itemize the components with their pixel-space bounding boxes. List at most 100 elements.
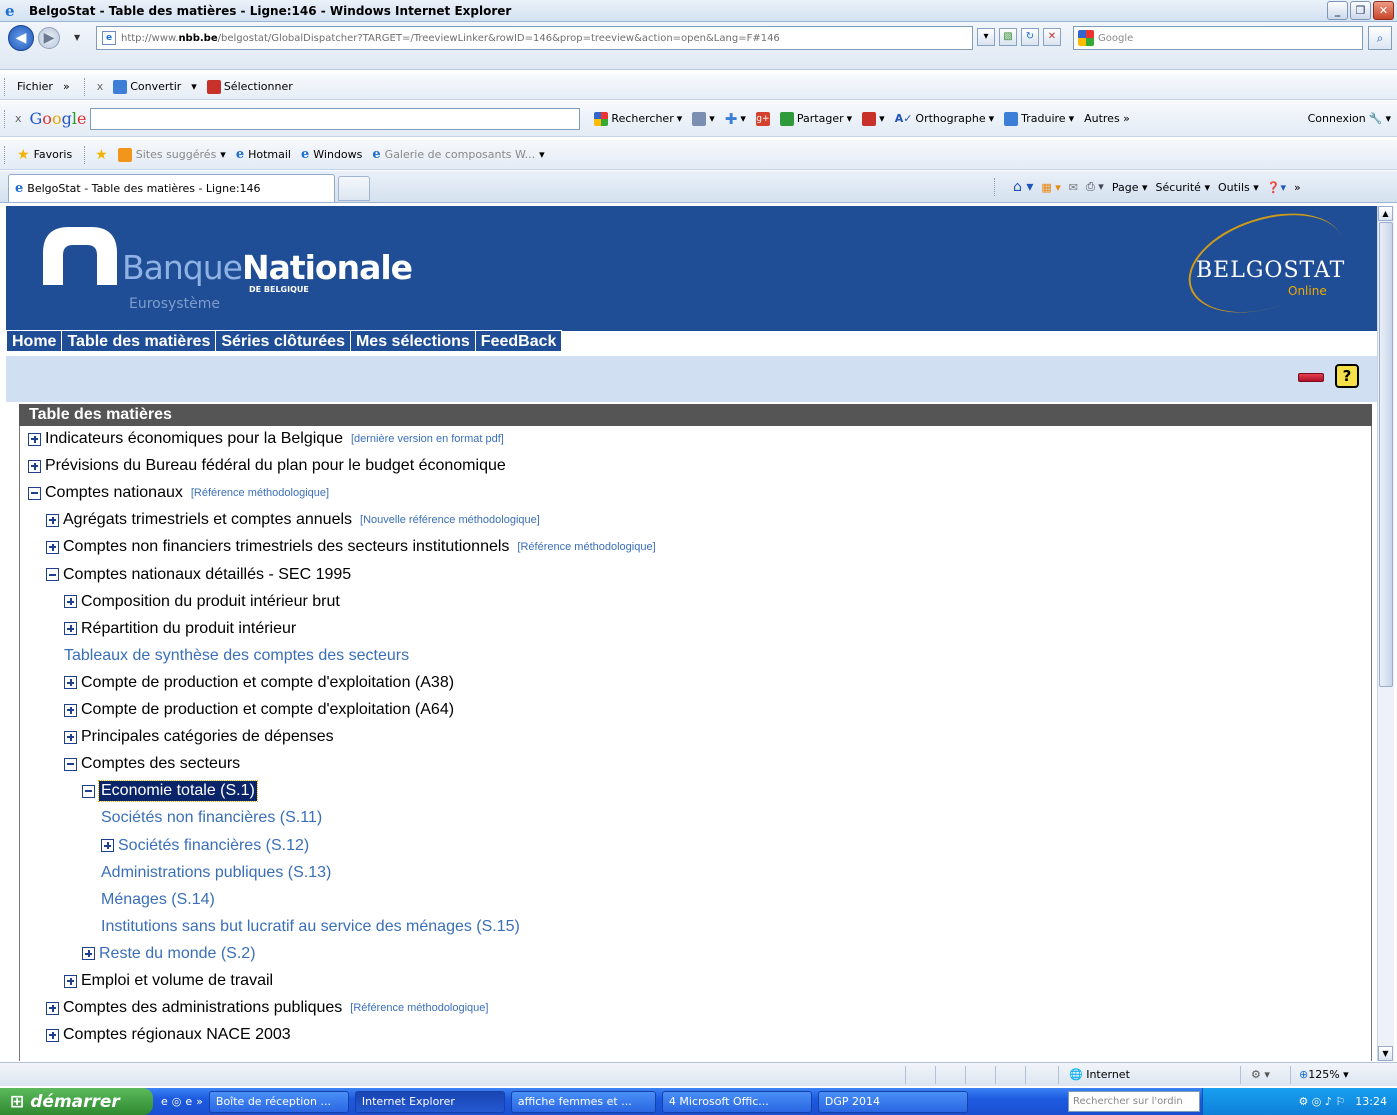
expand-icon[interactable] <box>46 1001 59 1015</box>
tools-button[interactable]: ▾ <box>862 111 885 126</box>
tree-node-label[interactable]: Comptes nationaux <box>45 483 183 503</box>
hotmail-link[interactable]: e Hotmail <box>236 147 291 162</box>
tree-node[interactable]: Prévisions du Bureau fédéral du plan pou… <box>28 456 506 476</box>
tree-node-label[interactable]: Compte de production et compte d'exploit… <box>81 700 454 720</box>
tree-node-label[interactable]: Tableaux de synthèse des comptes des sec… <box>64 646 409 666</box>
convert-dropdown-icon[interactable]: ▾ <box>191 80 197 93</box>
print-icon[interactable]: ⎙ ▾ <box>1086 180 1104 194</box>
tab-belgostat[interactable]: e BelgoStat - Table des matières - Ligne… <box>8 174 335 202</box>
tree-node[interactable]: Répartition du produit intérieur <box>64 619 296 639</box>
help-menu-icon[interactable]: ❓▾ <box>1267 181 1286 194</box>
minimize-button[interactable]: _ <box>1327 1 1348 20</box>
tree-node-label[interactable]: Sociétés financières (S.12) <box>118 836 309 856</box>
windows-link[interactable]: e Windows <box>301 147 362 162</box>
methodology-link[interactable]: [Référence méthodologique] <box>191 483 329 503</box>
tree-node-label[interactable]: Administrations publiques (S.13) <box>101 863 331 883</box>
security-menu[interactable]: Sécurité ▾ <box>1156 181 1210 194</box>
tree-node[interactable]: Indicateurs économiques pour la Belgique… <box>28 429 504 449</box>
tree-node[interactable]: Compte de production et compte d'exploit… <box>64 700 454 720</box>
start-button[interactable]: ⊞ démarrer <box>0 1088 153 1115</box>
ie-launch-icon[interactable]: e <box>185 1095 192 1108</box>
tree-node-label[interactable]: Répartition du produit intérieur <box>81 619 296 639</box>
expand-icon[interactable] <box>64 595 77 609</box>
search-icon[interactable]: ⌕ <box>1368 26 1392 50</box>
collapse-icon[interactable] <box>46 568 59 581</box>
expand-icon[interactable] <box>64 974 77 988</box>
tree-node[interactable]: Reste du monde (S.2) <box>82 944 256 964</box>
collapse-icon[interactable] <box>64 757 77 771</box>
compat-view-icon[interactable]: ▧ <box>999 28 1017 46</box>
search-field[interactable]: Google <box>1073 26 1363 50</box>
new-tab-button[interactable] <box>338 176 370 201</box>
methodology-link[interactable]: [Référence méthodologique] <box>517 537 655 557</box>
tree-node-label[interactable]: Comptes des secteurs <box>81 754 240 774</box>
ie-launch-icon[interactable]: e <box>161 1095 168 1108</box>
collapse-icon[interactable] <box>82 784 95 798</box>
tree-node[interactable]: Comptes des secteurs <box>64 754 240 774</box>
expand-icon[interactable] <box>46 1028 59 1042</box>
nav-home[interactable]: Home <box>6 330 63 352</box>
tree-node[interactable]: Agrégats trimestriels et comptes annuels… <box>46 510 540 530</box>
stop-icon[interactable]: ✕ <box>1043 28 1061 46</box>
tree-node-label[interactable]: Reste du monde (S.2) <box>99 944 256 964</box>
tree-node-label[interactable]: Compte de production et compte d'exploit… <box>81 673 454 693</box>
tree-node-label[interactable]: Prévisions du Bureau fédéral du plan pou… <box>45 456 506 476</box>
collapse-icon[interactable] <box>28 486 41 500</box>
login-button[interactable]: Connexion 🔧 ▾ <box>1308 112 1391 125</box>
expand-icon[interactable] <box>46 540 59 554</box>
scroll-down-icon[interactable]: ▼ <box>1378 1046 1393 1061</box>
tree-node-label[interactable]: Composition du produit intérieur brut <box>81 592 340 612</box>
close-button[interactable]: ✕ <box>1373 1 1394 20</box>
back-button[interactable]: ◀ <box>8 25 34 51</box>
tree-node[interactable]: Comptes régionaux NACE 2003 <box>46 1025 291 1045</box>
translate-button[interactable]: Traduire ▾ <box>1004 111 1074 126</box>
methodology-link[interactable]: [Nouvelle référence méthodologique] <box>360 510 540 530</box>
nav-feedback[interactable]: FeedBack <box>475 330 563 352</box>
tree-node-label[interactable]: Comptes des administrations publiques <box>63 998 342 1018</box>
favorites-button[interactable]: ★ Favoris <box>17 147 72 163</box>
tree-node[interactable]: Comptes nationaux détaillés - SEC 1995 <box>46 565 351 585</box>
nav-my-selections[interactable]: Mes sélections <box>350 330 476 352</box>
protected-mode-icon[interactable]: ⚙ ▾ <box>1240 1066 1290 1084</box>
scroll-thumb[interactable] <box>1379 222 1393 687</box>
expand-icon[interactable] <box>64 730 77 744</box>
select-button[interactable]: Sélectionner <box>224 80 293 93</box>
menu-file[interactable]: Fichier <box>17 80 53 93</box>
tree-node-label[interactable]: Indicateurs économiques pour la Belgique <box>45 429 343 449</box>
tray-icons[interactable]: ⚙ ◎ ♪ ⚐ <box>1298 1095 1345 1108</box>
tree-node[interactable]: Composition du produit intérieur brut <box>64 592 340 612</box>
expand-icon[interactable] <box>28 459 41 473</box>
methodology-link[interactable]: [dernière version en format pdf] <box>351 429 504 449</box>
suggested-sites-link[interactable]: Sites suggérés ▾ <box>117 147 226 162</box>
tree-node[interactable]: Sociétés financières (S.12) <box>101 836 309 856</box>
expand-icon[interactable] <box>64 676 77 690</box>
tree-node-label[interactable]: Ménages (S.14) <box>101 890 215 910</box>
scroll-up-icon[interactable]: ▲ <box>1378 206 1393 221</box>
address-field[interactable]: e http://www. nbb.be/belgostat/GlobalDisp… <box>96 26 973 50</box>
google-search-input[interactable] <box>90 107 581 130</box>
nav-closed-series[interactable]: Séries clôturées <box>216 330 351 352</box>
nav-toc[interactable]: Table des matières <box>62 330 217 352</box>
add-favorite-button[interactable]: ★ <box>95 147 108 163</box>
spell-button[interactable]: A✓ Orthographe ▾ <box>895 112 994 125</box>
vertical-scrollbar[interactable]: ▲ ▼ <box>1377 206 1394 1061</box>
tree-node[interactable]: Compte de production et compte d'exploit… <box>64 673 454 693</box>
tree-node[interactable]: Principales catégories de dépenses <box>64 727 334 747</box>
command-more-icon[interactable]: » <box>1294 181 1301 194</box>
toolbar-plus-button[interactable]: ✚ ▾ <box>725 110 746 128</box>
tree-node-label[interactable]: Emploi et volume de travail <box>81 971 273 991</box>
firefox-launch-icon[interactable]: ◎ <box>172 1095 182 1108</box>
feeds-icon[interactable]: ▦ ▾ <box>1041 181 1060 194</box>
tree-node[interactable]: Economie totale (S.1) <box>82 780 258 803</box>
task-ie[interactable]: Internet Explorer <box>354 1090 505 1113</box>
google-search-button[interactable]: Rechercher ▾ <box>594 111 682 126</box>
tree-node[interactable]: Tableaux de synthèse des comptes des sec… <box>64 646 409 666</box>
zoom-control[interactable]: ⊕125% ▾ <box>1290 1066 1380 1084</box>
tree-node[interactable]: Institutions sans but lucratif au servic… <box>101 917 520 937</box>
tree-node-label[interactable]: Comptes nationaux détaillés - SEC 1995 <box>63 565 351 585</box>
expand-icon[interactable] <box>64 622 77 636</box>
address-dropdown-icon[interactable]: ▾ <box>977 28 995 46</box>
tree-node[interactable]: Comptes des administrations publiques [Ré… <box>46 998 488 1018</box>
tree-node[interactable]: Sociétés non financières (S.11) <box>101 808 322 828</box>
others-button[interactable]: Autres » <box>1084 112 1130 125</box>
